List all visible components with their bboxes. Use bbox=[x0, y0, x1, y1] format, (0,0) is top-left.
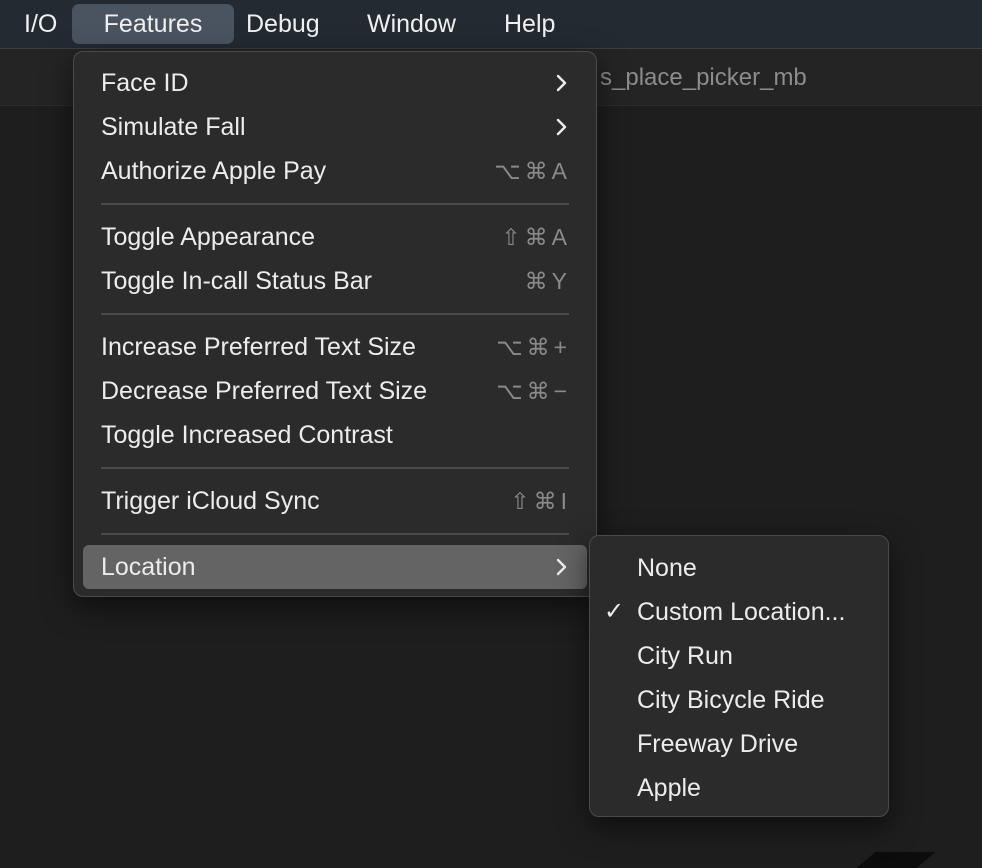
menu-item-label: Authorize Apple Pay bbox=[101, 157, 327, 185]
submenu-item-label: Apple bbox=[637, 774, 701, 802]
keyboard-shortcut: ⌥⌘A bbox=[494, 158, 571, 184]
keyboard-shortcut: ⌥⌘− bbox=[496, 378, 571, 404]
location-item-freeway-drive[interactable]: Freeway Drive bbox=[590, 722, 888, 766]
submenu-item-label: Freeway Drive bbox=[637, 730, 799, 758]
menu-window[interactable]: Window bbox=[355, 4, 468, 44]
menu-item-increase-text-size[interactable]: Increase Preferred Text Size ⌥⌘+ bbox=[83, 326, 587, 368]
menu-separator bbox=[101, 313, 569, 315]
chevron-right-icon bbox=[556, 74, 567, 92]
menu-item-label: Toggle In-call Status Bar bbox=[101, 267, 372, 295]
chevron-right-icon bbox=[556, 118, 567, 136]
location-item-city-run[interactable]: City Run bbox=[590, 634, 888, 678]
menu-item-label: Toggle Appearance bbox=[101, 223, 316, 251]
menu-io[interactable]: I/O bbox=[12, 4, 69, 44]
menu-item-label: Trigger iCloud Sync bbox=[101, 487, 320, 515]
checkmark-icon: ✓ bbox=[604, 598, 625, 625]
menu-separator bbox=[101, 467, 569, 469]
menu-debug[interactable]: Debug bbox=[234, 4, 332, 44]
window-title: s_place_picker_mb bbox=[600, 64, 807, 91]
menu-features[interactable]: Features bbox=[72, 4, 234, 44]
menu-item-label: Location bbox=[101, 553, 196, 581]
location-submenu: None ✓ Custom Location... City Run City … bbox=[589, 535, 889, 817]
keyboard-shortcut: ⇧⌘A bbox=[501, 224, 571, 250]
submenu-item-label: None bbox=[637, 554, 697, 582]
submenu-item-label: City Run bbox=[637, 642, 733, 670]
menu-help[interactable]: Help bbox=[492, 4, 567, 44]
features-menu: Face ID Simulate Fall Authorize Apple Pa… bbox=[73, 51, 597, 597]
location-item-city-bicycle-ride[interactable]: City Bicycle Ride bbox=[590, 678, 888, 722]
menu-item-label: Toggle Increased Contrast bbox=[101, 421, 393, 449]
menu-item-label: Increase Preferred Text Size bbox=[101, 333, 416, 361]
menu-separator bbox=[101, 203, 569, 205]
menu-item-label: Decrease Preferred Text Size bbox=[101, 377, 428, 405]
menu-item-decrease-text-size[interactable]: Decrease Preferred Text Size ⌥⌘− bbox=[83, 370, 587, 412]
location-item-none[interactable]: None bbox=[590, 546, 888, 590]
menu-bar: I/O Features Debug Window Help bbox=[0, 0, 982, 49]
menu-item-authorize-apple-pay[interactable]: Authorize Apple Pay ⌥⌘A bbox=[83, 150, 587, 192]
keyboard-shortcut: ⇧⌘I bbox=[510, 488, 571, 514]
menu-item-trigger-icloud-sync[interactable]: Trigger iCloud Sync ⇧⌘I bbox=[83, 480, 587, 522]
menu-item-label: Simulate Fall bbox=[101, 113, 246, 141]
menu-item-location[interactable]: Location bbox=[83, 545, 587, 589]
menu-item-toggle-appearance[interactable]: Toggle Appearance ⇧⌘A bbox=[83, 216, 587, 258]
submenu-item-label: Custom Location... bbox=[637, 598, 846, 626]
menu-item-face-id[interactable]: Face ID bbox=[83, 62, 587, 104]
submenu-item-label: City Bicycle Ride bbox=[637, 686, 825, 714]
background-shape bbox=[856, 852, 936, 868]
menu-item-toggle-increased-contrast[interactable]: Toggle Increased Contrast bbox=[83, 414, 587, 456]
chevron-right-icon bbox=[556, 558, 567, 576]
keyboard-shortcut: ⌥⌘+ bbox=[496, 334, 571, 360]
keyboard-shortcut: ⌘Y bbox=[524, 268, 571, 294]
menu-separator bbox=[101, 533, 569, 535]
menu-item-label: Face ID bbox=[101, 69, 189, 97]
menu-item-toggle-in-call-status-bar[interactable]: Toggle In-call Status Bar ⌘Y bbox=[83, 260, 587, 302]
menu-item-simulate-fall[interactable]: Simulate Fall bbox=[83, 106, 587, 148]
location-item-apple[interactable]: Apple bbox=[590, 766, 888, 810]
location-item-custom-location[interactable]: ✓ Custom Location... bbox=[590, 590, 888, 634]
